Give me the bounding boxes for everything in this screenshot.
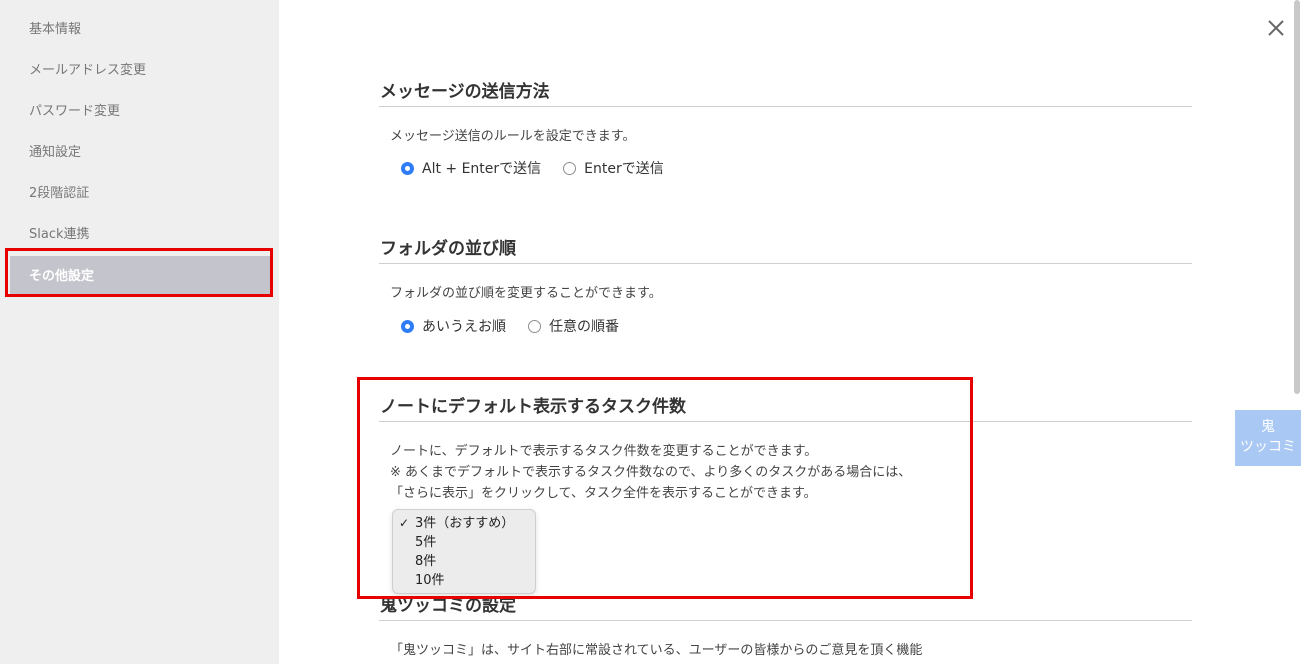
task-count-description-2: ※ あくまでデフォルトで表示するタスク件数なので、より多くのタスクがある場合には…	[390, 465, 912, 480]
dropdown-option-label: 8件	[415, 554, 437, 569]
dropdown-option-5[interactable]: 5件	[393, 533, 535, 552]
folder-order-description: フォルダの並び順を変更することができます。	[390, 286, 662, 301]
oni-settings-description: 「鬼ツッコミ」は、サイト右部に常設されている、ユーザーの皆様からのご意見を頂く機…	[390, 643, 923, 658]
radio-custom-order-label[interactable]: 任意の順番	[549, 316, 619, 336]
dropdown-option-label: 3件（おすすめ）	[415, 516, 515, 531]
folder-order-title: フォルダの並び順	[380, 239, 516, 259]
sidebar-item-basic-info[interactable]: 基本情報	[0, 9, 279, 50]
radio-alphabetical[interactable]	[401, 319, 414, 333]
send-method-options: Alt + Enterで送信 Enterで送信	[401, 158, 686, 178]
oni-button-line2: ツッコミ	[1240, 439, 1296, 455]
sidebar-item-two-factor[interactable]: 2段階認証	[0, 173, 279, 214]
dropdown-option-10[interactable]: 10件	[393, 571, 535, 590]
divider	[379, 620, 1192, 621]
dropdown-option-label: 10件	[415, 573, 445, 588]
sidebar-item-password-change[interactable]: パスワード変更	[0, 91, 279, 132]
radio-alphabetical-label[interactable]: あいうえお順	[422, 316, 506, 336]
divider	[379, 106, 1192, 107]
dropdown-option-8[interactable]: 8件	[393, 552, 535, 571]
task-count-description-1: ノートに、デフォルトで表示するタスク件数を変更することができます。	[390, 444, 818, 459]
close-button[interactable]	[1262, 14, 1290, 42]
task-count-title: ノートにデフォルト表示するタスク件数	[380, 397, 686, 417]
settings-sidebar: 基本情報 メールアドレス変更 パスワード変更 通知設定 2段階認証 Slack連…	[0, 0, 279, 664]
radio-enter[interactable]	[563, 161, 577, 175]
oni-settings-title: 鬼ツッコミの設定	[380, 596, 516, 616]
oni-tsukkomi-button[interactable]: 鬼 ツッコミ	[1235, 410, 1301, 466]
task-count-dropdown[interactable]: ✓ 3件（おすすめ） 5件 8件 10件	[392, 509, 536, 594]
radio-alt-enter[interactable]	[401, 161, 414, 175]
dropdown-option-3[interactable]: ✓ 3件（おすすめ）	[393, 514, 535, 533]
close-icon	[1268, 20, 1284, 36]
divider	[379, 263, 1192, 264]
sidebar-item-notifications[interactable]: 通知設定	[0, 132, 279, 173]
send-method-title: メッセージの送信方法	[380, 82, 550, 102]
send-method-description: メッセージ送信のルールを設定できます。	[390, 129, 636, 144]
radio-custom-order[interactable]	[528, 319, 541, 333]
scrollbar[interactable]	[1294, 0, 1300, 394]
radio-alt-enter-label[interactable]: Alt + Enterで送信	[422, 158, 541, 178]
folder-order-options: あいうえお順 任意の順番	[401, 316, 641, 336]
sidebar-item-email-change[interactable]: メールアドレス変更	[0, 50, 279, 91]
dropdown-option-label: 5件	[415, 535, 437, 550]
sidebar-item-other-settings[interactable]: その他設定	[10, 256, 273, 297]
radio-enter-label[interactable]: Enterで送信	[584, 158, 664, 178]
sidebar-item-slack[interactable]: Slack連携	[0, 214, 279, 255]
task-count-description-3: 「さらに表示」をクリックして、タスク全件を表示することができます。	[390, 486, 817, 501]
oni-button-line1: 鬼	[1261, 419, 1275, 435]
divider	[379, 421, 1192, 422]
check-icon: ✓	[399, 516, 410, 530]
